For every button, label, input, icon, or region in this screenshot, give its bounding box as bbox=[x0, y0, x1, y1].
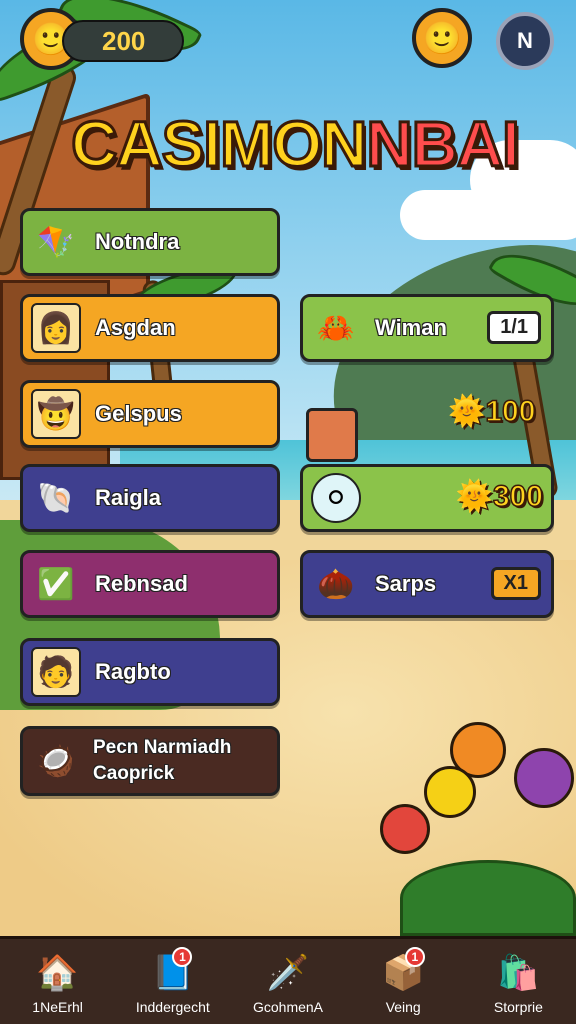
menu-label-line2: Caoprick bbox=[93, 763, 175, 784]
count-badge: 1/1 bbox=[487, 311, 541, 344]
multiplier-badge: X1 bbox=[490, 567, 541, 600]
character-portrait-icon: 👩 bbox=[31, 303, 81, 353]
menu-button-raigla[interactable]: 🐚 Raigla bbox=[20, 464, 280, 532]
bottom-navigation: 🏠 1NeErhl 📘 1 Inddergecht 🗡️ GcohmenA 📦 … bbox=[0, 936, 576, 1024]
flower-yellow bbox=[424, 766, 476, 818]
title-part-yellow: CASIMON bbox=[70, 107, 369, 182]
crab-icon: 🦀 bbox=[317, 311, 355, 345]
game-title: CASIMONNBAI bbox=[60, 105, 530, 183]
nav-label: 1NeErhl bbox=[32, 999, 83, 1015]
sun-coin-icon: 🌞 bbox=[447, 394, 486, 429]
character-portrait-icon: 🧑 bbox=[31, 647, 81, 697]
menu-button-wiman[interactable]: 🦀 Wiman 1/1 bbox=[300, 294, 554, 362]
menu-label: Ragbto bbox=[95, 659, 171, 684]
menu-button-sarps[interactable]: 🌰 Sarps X1 bbox=[300, 550, 554, 618]
reward-300: 🌞 300 bbox=[455, 479, 544, 514]
flower-red bbox=[380, 804, 430, 854]
menu-label: Rebnsad bbox=[95, 571, 188, 596]
nav-book[interactable]: 📘 1 Inddergecht bbox=[115, 939, 230, 1024]
crate-icon bbox=[306, 408, 358, 462]
reward-amount: 100 bbox=[485, 394, 537, 429]
nav-label: Veing bbox=[385, 999, 421, 1015]
avatar-face-icon: 🙂 bbox=[422, 20, 462, 56]
coin-amount: 200 bbox=[102, 26, 146, 56]
menu-label-group: Pecn Narmiadh Caoprick bbox=[93, 735, 231, 787]
menu-button-asgdan[interactable]: 👩 Asgdan bbox=[20, 294, 280, 362]
seed-icon: 🌰 bbox=[317, 567, 355, 601]
profile-button[interactable]: N bbox=[496, 12, 554, 70]
menu-label: Notndra bbox=[95, 229, 180, 254]
nav-label: Storprie bbox=[493, 999, 543, 1015]
shop-icon: 🛍️ bbox=[497, 954, 540, 992]
menu-button-rebnsad[interactable]: ✅ Rebnsad bbox=[20, 550, 280, 618]
menu-button-reward-300[interactable]: ⚪ 🌞 300 bbox=[300, 464, 554, 532]
nav-battle[interactable]: 🗡️ GcohmenA bbox=[230, 939, 345, 1024]
sword-icon: 🗡️ bbox=[266, 954, 310, 992]
coin-counter: 200 bbox=[62, 20, 184, 62]
checkbox-mail-icon: ✅ bbox=[37, 567, 75, 601]
nav-home[interactable]: 🏠 1NeErhl bbox=[0, 939, 115, 1024]
menu-button-pecn-narmiadh[interactable]: 🥥 Pecn Narmiadh Caoprick bbox=[20, 726, 280, 796]
menu-button-notndra[interactable]: 🪁 Notndra bbox=[20, 208, 280, 276]
menu-button-gelspus[interactable]: 🤠 Gelspus bbox=[20, 380, 280, 448]
menu-label: Raigla bbox=[95, 485, 162, 510]
game-scene: 🙂 200 🙂 N CASIMONNBAI 🪁 Notndra 👩 Asgdan… bbox=[0, 0, 576, 1024]
character-portrait-icon: 🤠 bbox=[31, 389, 81, 439]
menu-button-ragbto[interactable]: 🧑 Ragbto bbox=[20, 638, 280, 706]
menu-label-line1: Pecn Narmiadh bbox=[93, 737, 232, 758]
nav-box[interactable]: 📦 1 Veing bbox=[346, 939, 461, 1024]
nav-shop[interactable]: 🛍️ Storprie bbox=[461, 939, 576, 1024]
reward-100: 🌞 100 bbox=[447, 394, 537, 429]
profile-button-label: N bbox=[517, 28, 533, 53]
menu-label: Wiman bbox=[375, 315, 447, 340]
coconut-icon: 🥥 bbox=[37, 744, 75, 778]
pearl-icon: ⚪ bbox=[311, 473, 361, 523]
menu-label: Asgdan bbox=[95, 315, 176, 340]
menu-label: Sarps bbox=[375, 571, 437, 596]
sun-coin-icon: 🌞 bbox=[455, 479, 494, 514]
reward-amount: 300 bbox=[492, 479, 544, 514]
flower-purple bbox=[514, 748, 574, 808]
home-icon: 🏠 bbox=[36, 954, 79, 992]
notification-badge: 1 bbox=[404, 947, 425, 967]
shell-icon: 🐚 bbox=[37, 481, 75, 515]
flower-foliage bbox=[400, 860, 576, 936]
menu-label: Gelspus bbox=[95, 401, 182, 426]
nav-label: GcohmenA bbox=[252, 999, 324, 1015]
nav-label: Inddergecht bbox=[135, 999, 210, 1015]
title-part-red: NBAI bbox=[365, 107, 521, 182]
friend-avatar[interactable]: 🙂 bbox=[412, 8, 472, 68]
kite-icon: 🪁 bbox=[37, 225, 75, 259]
